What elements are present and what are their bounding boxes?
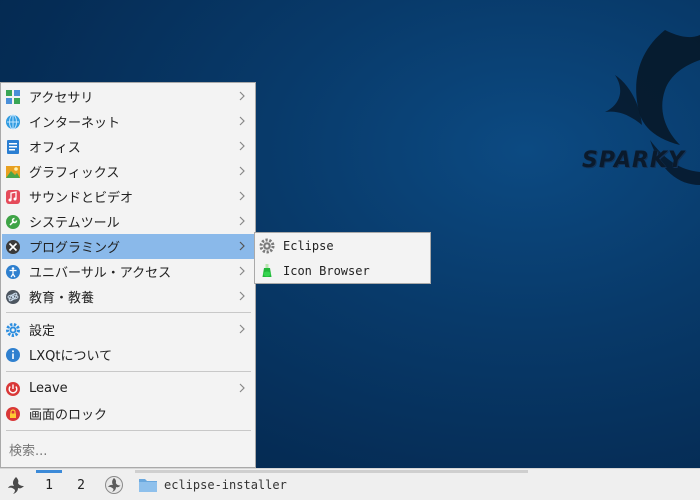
- graphics-icon: [5, 164, 21, 180]
- power-icon: [5, 381, 21, 397]
- menu-item-label: アクセサリ: [29, 91, 94, 106]
- menu-item-about[interactable]: LXQtについて: [2, 342, 255, 367]
- menu-item-label: 設定: [29, 324, 56, 339]
- internet-icon: [5, 114, 21, 130]
- menu-item-label: オフィス: [29, 141, 81, 156]
- submenu-item-icon-browser[interactable]: Icon Browser: [256, 259, 430, 283]
- main-menu-button[interactable]: [2, 469, 30, 500]
- sparky-logo-icon: [605, 30, 700, 185]
- menu-item-label: サウンドとビデオ: [29, 191, 134, 206]
- menu-item-programming[interactable]: プログラミング: [2, 234, 255, 259]
- menu-item-education[interactable]: 教育・教養: [2, 284, 255, 309]
- menu-item-label: プログラミング: [29, 241, 121, 256]
- menu-item-accessories[interactable]: アクセサリ: [2, 84, 255, 109]
- desktop-number: 2: [77, 477, 85, 493]
- menu-item-label: システムツール: [29, 216, 120, 231]
- chevron-right-icon: [239, 241, 245, 251]
- submenu-item-label: Eclipse: [283, 239, 334, 253]
- sparky-logo-text: SPARKY: [582, 148, 685, 173]
- menu-item-graphics[interactable]: グラフィックス: [2, 159, 255, 184]
- info-icon: [5, 347, 21, 363]
- menu-item-label: ユニバーサル・アクセス: [29, 266, 172, 281]
- chevron-right-icon: [239, 216, 245, 226]
- accessories-icon: [5, 89, 21, 105]
- menu-item-label: 画面のロック: [29, 408, 108, 423]
- menu-item-label: LXQtについて: [29, 349, 113, 364]
- menu-item-internet[interactable]: インターネット: [2, 109, 255, 134]
- menu-item-universal-access[interactable]: ユニバーサル・アクセス: [2, 259, 255, 284]
- chevron-right-icon: [239, 266, 245, 276]
- icon-browser-icon: [259, 263, 275, 279]
- menu-separator: [6, 371, 251, 372]
- application-menu: アクセサリ インターネット オフィス グラフィックス サウンドとビデオ システム…: [0, 82, 256, 468]
- active-desktop-indicator: [36, 470, 62, 473]
- menu-item-label: 教育・教養: [29, 291, 95, 306]
- gear-icon: [5, 322, 21, 338]
- desktop-switch-2[interactable]: 2: [68, 469, 94, 500]
- menu-item-system-tools[interactable]: システムツール: [2, 209, 255, 234]
- eclipse-icon: [259, 238, 275, 254]
- menu-item-lock-screen[interactable]: 画面のロック: [2, 401, 255, 426]
- chevron-right-icon: [239, 383, 245, 393]
- universal-access-icon: [5, 264, 21, 280]
- menu-separator: [6, 312, 251, 313]
- quicklaunch-button[interactable]: [100, 469, 128, 500]
- submenu-item-eclipse[interactable]: Eclipse: [256, 234, 430, 258]
- task-button-eclipse-installer[interactable]: eclipse-installer: [135, 469, 528, 500]
- desktop-switch-1[interactable]: 1: [36, 469, 62, 500]
- submenu-item-label: Icon Browser: [283, 264, 370, 278]
- office-icon: [5, 139, 21, 155]
- search-input[interactable]: [9, 441, 249, 461]
- task-button-indicator: [135, 470, 528, 473]
- desktop-number: 1: [45, 477, 53, 493]
- chevron-right-icon: [239, 324, 245, 334]
- chevron-right-icon: [239, 91, 245, 101]
- menu-item-office[interactable]: オフィス: [2, 134, 255, 159]
- chevron-right-icon: [239, 291, 245, 301]
- sparky-launcher-icon: [105, 476, 123, 494]
- education-icon: [5, 289, 21, 305]
- menu-item-settings[interactable]: 設定: [2, 317, 255, 342]
- sparky-menu-icon: [8, 477, 24, 494]
- menu-item-label: インターネット: [29, 116, 121, 131]
- sound-video-icon: [5, 189, 21, 205]
- chevron-right-icon: [239, 166, 245, 176]
- lock-icon: [5, 406, 21, 422]
- chevron-right-icon: [239, 141, 245, 151]
- chevron-right-icon: [239, 191, 245, 201]
- system-tools-icon: [5, 214, 21, 230]
- menu-separator: [6, 430, 251, 431]
- menu-item-label: Leave: [29, 381, 68, 396]
- task-label: eclipse-installer: [164, 478, 287, 492]
- programming-submenu: Eclipse Icon Browser: [254, 232, 431, 284]
- folder-icon: [139, 479, 157, 492]
- menu-item-label: グラフィックス: [29, 166, 120, 181]
- menu-item-sound-video[interactable]: サウンドとビデオ: [2, 184, 255, 209]
- programming-icon: [5, 239, 21, 255]
- menu-item-leave[interactable]: Leave: [2, 376, 255, 401]
- chevron-right-icon: [239, 116, 245, 126]
